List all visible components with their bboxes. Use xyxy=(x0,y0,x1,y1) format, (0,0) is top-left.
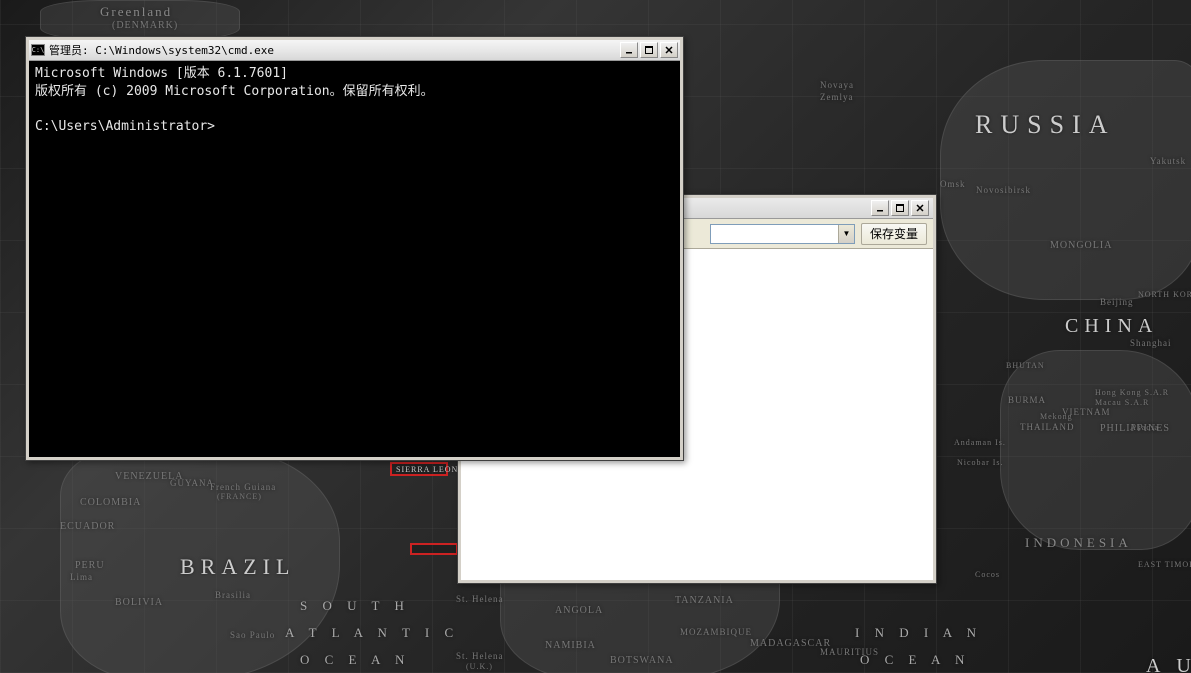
map-label-nkorea: NORTH KOREA xyxy=(1138,290,1191,299)
map-label-hongkong: Hong Kong S.A.R xyxy=(1095,388,1169,397)
cmd-icon: C:\ xyxy=(31,44,45,56)
map-label-beijing: Beijing xyxy=(1100,297,1134,307)
map-label-omsk: Omsk xyxy=(940,179,966,189)
map-label-brasilia: Brasilia xyxy=(215,590,251,600)
map-label-zemlya: Zemlya xyxy=(820,92,854,102)
map-label-novaya: Novaya xyxy=(820,80,854,90)
map-label-mozambique: MOZAMBIQUE xyxy=(680,627,752,637)
map-label-france-sub: (FRANCE) xyxy=(217,492,262,501)
map-label-botswana: BOTSWANA xyxy=(610,655,674,666)
cmd-terminal-area[interactable]: Microsoft Windows [版本 6.1.7601] 版权所有 (c)… xyxy=(29,61,680,457)
cmd-window[interactable]: C:\ 管理员: C:\Windows\system32\cmd.exe Mic… xyxy=(25,36,684,461)
map-label-greenland: Greenland xyxy=(100,4,172,20)
map-label-atlantic: A T L A N T I C xyxy=(285,625,459,641)
map-label-andaman: Andaman Is. xyxy=(954,438,1006,447)
map-label-lima: Lima xyxy=(70,572,93,582)
map-label-burma: BURMA xyxy=(1008,395,1046,405)
map-label-french-guiana: French Guiana xyxy=(210,482,276,492)
map-label-greenland-sub: (DENMARK) xyxy=(112,20,178,31)
tool-minimize-button[interactable] xyxy=(871,200,889,216)
cmd-close-button[interactable] xyxy=(660,42,678,58)
tool-close-button[interactable] xyxy=(911,200,929,216)
map-label-aus: A U S xyxy=(1146,655,1191,673)
map-label-east-timor: EAST TIMOR xyxy=(1138,560,1191,569)
map-label-madagascar: MADAGASCAR xyxy=(750,638,831,649)
save-variables-label: 保存变量 xyxy=(870,225,918,242)
map-label-bhutan: BHUTAN xyxy=(1006,361,1045,370)
map-label-sao-paulo: Sao Paulo xyxy=(230,630,275,640)
map-label-brazil: BRAZIL xyxy=(180,554,295,580)
map-highlight-2 xyxy=(410,543,458,555)
map-label-macau: Macau S.A.R xyxy=(1095,398,1149,407)
cmd-maximize-button[interactable] xyxy=(640,42,658,58)
map-label-sthelena-sub: (U.K.) xyxy=(466,662,493,671)
map-label-mekong: Mekong xyxy=(1040,412,1073,421)
map-label-mauritius: MAURITIUS xyxy=(820,647,879,657)
map-label-guyana: GUYANA xyxy=(170,478,214,488)
map-label-indonesia: INDONESIA xyxy=(1025,535,1132,551)
map-label-namibia: NAMIBIA xyxy=(545,640,596,651)
map-label-shanghai: Shanghai xyxy=(1130,338,1172,348)
map-label-bolivia: BOLIVIA xyxy=(115,597,163,608)
cmd-titlebar[interactable]: C:\ 管理员: C:\Windows\system32\cmd.exe xyxy=(29,40,680,61)
map-label-tanzania: TANZANIA xyxy=(675,595,734,606)
map-label-thailand: THAILAND xyxy=(1020,422,1075,432)
cmd-title: 管理员: C:\Windows\system32\cmd.exe xyxy=(49,42,620,58)
map-label-cocos: Cocos xyxy=(975,570,1000,579)
map-label-mongolia: MONGOLIA xyxy=(1050,240,1112,251)
map-label-akadia: Akadia xyxy=(1130,423,1159,432)
map-label-ecuador: ECUADOR xyxy=(60,521,115,532)
map-label-ocean: O C E A N xyxy=(300,652,410,668)
map-label-colombia: COLOMBIA xyxy=(80,497,141,508)
map-label-south: S O U T H xyxy=(300,598,410,614)
map-label-indian: I N D I A N xyxy=(855,625,982,641)
map-label-novosibirsk: Novosibirsk xyxy=(976,185,1031,195)
map-label-angola: ANGOLA xyxy=(555,605,603,616)
tool-combobox[interactable]: ▼ xyxy=(710,224,855,244)
map-label-china: CHINA xyxy=(1065,315,1158,338)
chevron-down-icon[interactable]: ▼ xyxy=(838,225,854,243)
cmd-line-copyright: 版权所有 (c) 2009 Microsoft Corporation。保留所有… xyxy=(35,84,434,99)
map-label-nicobar: Nicobar Is. xyxy=(957,458,1004,467)
continent-seasia xyxy=(1000,350,1191,550)
save-variables-button[interactable]: 保存变量 xyxy=(861,223,927,245)
map-label-yakutsk: Yakutsk xyxy=(1150,156,1186,166)
cmd-line-version: Microsoft Windows [版本 6.1.7601] xyxy=(35,66,288,81)
map-label-sthelena2: St. Helena xyxy=(456,651,504,661)
map-label-peru: PERU xyxy=(75,560,105,571)
tool-maximize-button[interactable] xyxy=(891,200,909,216)
map-label-sierra-leone: SIERRA LEONE xyxy=(396,465,464,474)
continent-asia xyxy=(940,60,1191,300)
cmd-prompt: C:\Users\Administrator> xyxy=(35,119,215,134)
map-label-sthelena: St. Helena xyxy=(456,594,504,604)
cmd-minimize-button[interactable] xyxy=(620,42,638,58)
map-label-russia: RUSSIA xyxy=(975,110,1115,140)
